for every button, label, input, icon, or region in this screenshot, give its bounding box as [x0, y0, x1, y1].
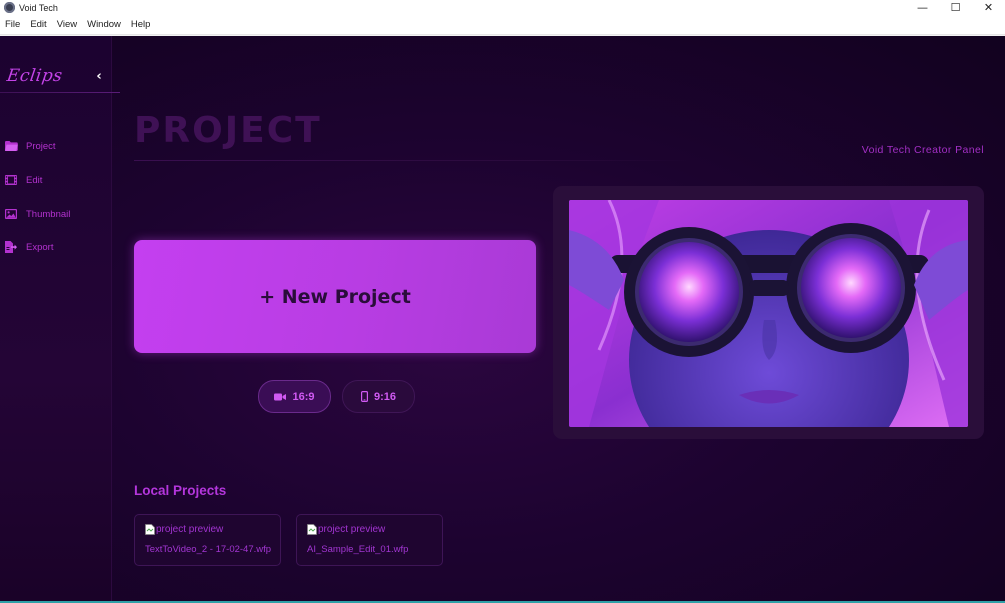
new-project-button[interactable]: + New Project	[134, 240, 536, 353]
title-divider	[134, 160, 694, 161]
sidebar-item-export[interactable]: Export	[5, 240, 53, 254]
chevron-left-icon[interactable]: ‹	[93, 69, 105, 84]
app-main: Eclips ‹ Project Edit Thumbnail Export P…	[0, 36, 1005, 601]
preview-image	[569, 200, 968, 427]
maximize-button[interactable]: ☐	[939, 0, 972, 15]
sidebar-divider	[0, 92, 120, 93]
app-logo: Eclips	[5, 66, 64, 86]
window-titlebar: Void Tech — ☐ ✕	[0, 0, 1005, 15]
folder-icon	[5, 140, 19, 152]
video-camera-icon	[274, 393, 287, 401]
project-preview-image: project preview	[307, 524, 385, 535]
broken-image-icon	[307, 524, 317, 535]
sidebar-item-label: Edit	[26, 174, 43, 186]
aspect-9-16-button[interactable]: 9:16	[342, 380, 415, 413]
mobile-phone-icon	[360, 391, 368, 402]
menu-bar: File Edit View Window Help	[0, 15, 1005, 35]
window-controls: — ☐ ✕	[906, 0, 1005, 15]
local-projects-title: Local Projects	[134, 483, 227, 498]
project-name: AI_Sample_Edit_01.wfp	[307, 544, 409, 555]
film-icon	[5, 174, 19, 186]
project-preview-alt: project preview	[318, 524, 386, 535]
sidebar-item-label: Project	[26, 140, 56, 152]
sidebar-item-thumbnail[interactable]: Thumbnail	[5, 207, 70, 221]
sidebar-item-edit[interactable]: Edit	[5, 173, 42, 187]
sidebar: Eclips ‹ Project Edit Thumbnail Export	[0, 36, 120, 601]
menu-view[interactable]: View	[56, 19, 78, 30]
broken-image-icon	[145, 524, 155, 535]
close-button[interactable]: ✕	[972, 0, 1005, 15]
project-card[interactable]: project preview AI_Sample_Edit_01.wfp	[296, 514, 443, 566]
export-file-icon	[5, 241, 19, 253]
panel-label: Void Tech Creator Panel	[861, 144, 984, 156]
app-logo-icon	[4, 2, 15, 13]
image-icon	[5, 208, 19, 220]
menu-edit[interactable]: Edit	[29, 19, 47, 30]
project-preview-image: project preview	[145, 524, 223, 535]
sidebar-item-project[interactable]: Project	[5, 139, 56, 153]
menu-window[interactable]: Window	[86, 19, 122, 30]
aspect-16-9-button[interactable]: 16:9	[258, 380, 331, 413]
menu-help[interactable]: Help	[130, 19, 152, 30]
minimize-button[interactable]: —	[906, 0, 939, 15]
aspect-label: 9:16	[373, 390, 397, 403]
project-preview-alt: project preview	[156, 524, 224, 535]
page-title: PROJECT	[134, 110, 322, 151]
sidebar-item-label: Export	[26, 241, 54, 253]
sidebar-item-label: Thumbnail	[26, 208, 71, 220]
project-card[interactable]: project preview TextToVideo_2 - 17-02-47…	[134, 514, 281, 566]
window-title: Void Tech	[19, 2, 58, 13]
aspect-label: 16:9	[292, 390, 315, 403]
menu-file[interactable]: File	[4, 19, 21, 30]
project-name: TextToVideo_2 - 17-02-47.wfp	[145, 544, 272, 555]
